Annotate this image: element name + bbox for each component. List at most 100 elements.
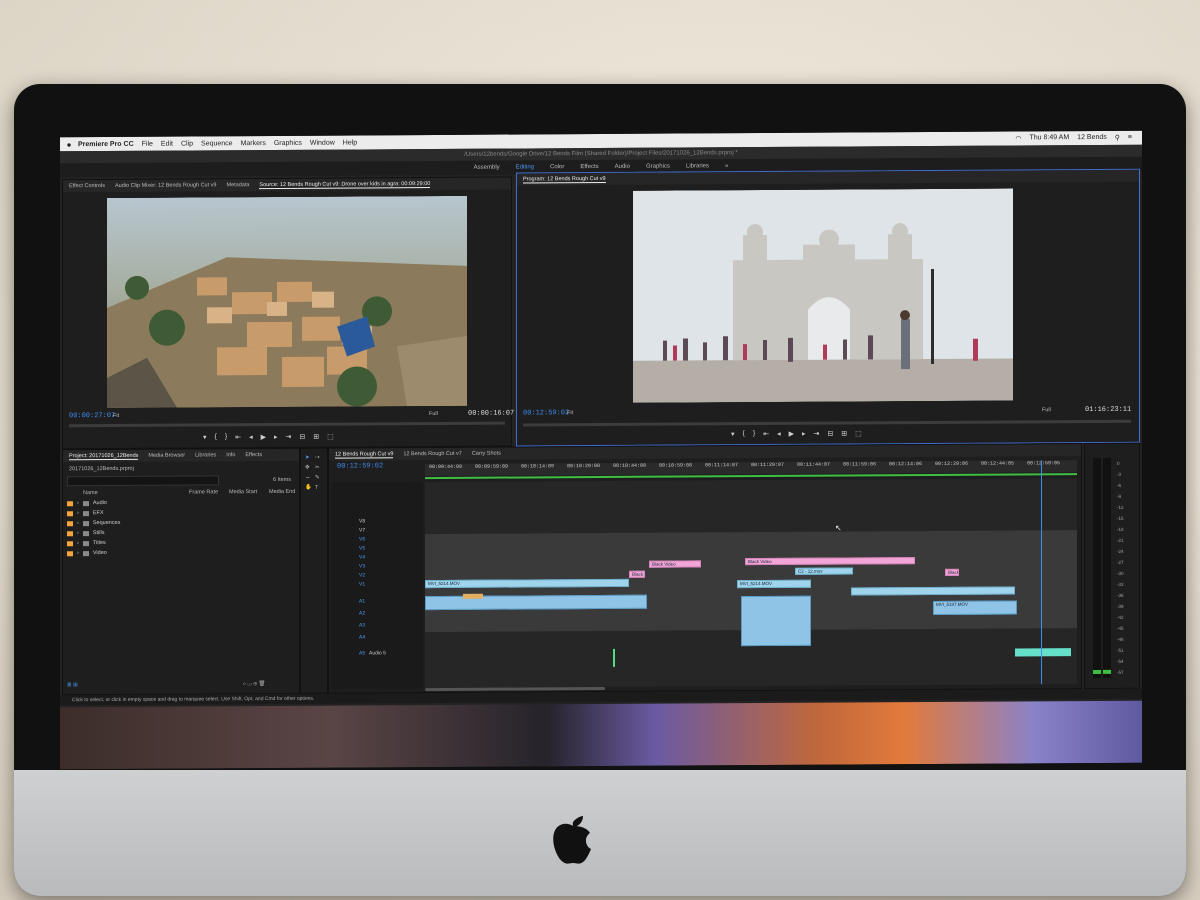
track-v6[interactable]: V6 bbox=[359, 536, 365, 542]
source-quality-select[interactable]: Full bbox=[429, 411, 438, 417]
track-v4[interactable]: V4 bbox=[359, 554, 365, 560]
program-quality-select[interactable]: Full bbox=[1042, 407, 1051, 413]
tab-libraries[interactable]: Libraries bbox=[195, 452, 216, 458]
list-item[interactable]: › Sequences bbox=[67, 520, 120, 526]
project-search-input[interactable] bbox=[67, 475, 219, 487]
program-video-frame[interactable] bbox=[633, 188, 1013, 403]
track-v3[interactable]: V3 bbox=[359, 563, 365, 569]
spotlight-icon[interactable]: ⚲ bbox=[1115, 134, 1120, 142]
track-v8[interactable]: V8 bbox=[359, 518, 365, 524]
workspace-overflow[interactable]: » bbox=[725, 163, 728, 169]
playhead[interactable] bbox=[1041, 460, 1042, 685]
source-fit-select[interactable]: Fit bbox=[113, 413, 119, 419]
tab-carry-shots[interactable]: Carry Shots bbox=[472, 451, 501, 457]
menu-graphics[interactable]: Graphics bbox=[274, 139, 302, 146]
track-a3[interactable]: A3 bbox=[359, 622, 365, 628]
chevron-right-icon[interactable]: › bbox=[77, 550, 79, 556]
chevron-right-icon[interactable]: › bbox=[77, 510, 79, 516]
mark-in-icon[interactable]: { bbox=[743, 430, 745, 438]
workspace-editing[interactable]: Editing bbox=[516, 164, 534, 170]
program-scrubber[interactable] bbox=[523, 419, 1131, 427]
clip-video[interactable]: C2 - 12.mov bbox=[795, 567, 853, 575]
timeline-timecode[interactable]: 00:12:59:02 bbox=[337, 462, 383, 470]
track-area[interactable]: Black Video Black Video C2 - 12.mov MVI_… bbox=[425, 460, 1077, 689]
timeline-scrollbar[interactable] bbox=[425, 686, 605, 692]
col-media-end[interactable]: Media End bbox=[269, 489, 295, 495]
workspace-audio[interactable]: Audio bbox=[615, 164, 630, 170]
marker-icon[interactable]: ▾ bbox=[731, 430, 735, 438]
tab-sequence-v9[interactable]: 12 Bends Rough Cut v9 bbox=[335, 450, 394, 459]
step-forward-icon[interactable]: ▸ bbox=[802, 430, 806, 438]
step-back-icon[interactable]: ◂ bbox=[777, 430, 781, 438]
clip-audio-music[interactable] bbox=[1015, 648, 1071, 657]
go-to-out-icon[interactable]: ⇥ bbox=[814, 430, 820, 438]
clip-audio[interactable] bbox=[741, 595, 811, 647]
clip-video[interactable] bbox=[851, 586, 1015, 596]
track-v5[interactable]: V5 bbox=[359, 545, 365, 551]
tab-project[interactable]: Project: 20171026_12Bends bbox=[69, 452, 139, 460]
type-tool-icon[interactable]: T bbox=[315, 485, 318, 491]
razor-tool-icon[interactable]: ✂ bbox=[315, 465, 320, 471]
clip-black-video[interactable]: Black Video bbox=[629, 570, 645, 578]
program-timecode[interactable]: 00:12:59:02 bbox=[523, 409, 569, 417]
tab-effects[interactable]: Effects bbox=[245, 452, 262, 458]
notification-center-icon[interactable]: ≡ bbox=[1128, 134, 1132, 142]
step-forward-icon[interactable]: ▸ bbox=[274, 433, 278, 441]
tab-sequence-v7[interactable]: 12 Bends Rough Cut v7 bbox=[403, 451, 461, 457]
mark-in-icon[interactable]: { bbox=[215, 433, 217, 441]
extract-icon[interactable]: ⊞ bbox=[841, 429, 847, 437]
track-a1[interactable]: A1 bbox=[359, 598, 365, 604]
clip-black-video[interactable]: Black Video bbox=[945, 568, 959, 576]
clip-black-video[interactable]: Black Video bbox=[649, 560, 701, 568]
pen-tool-icon[interactable]: ✎ bbox=[315, 475, 320, 481]
clock[interactable]: Thu 8:49 AM bbox=[1029, 134, 1069, 142]
col-frame-rate[interactable]: Frame Rate bbox=[189, 489, 218, 495]
col-name[interactable]: Name bbox=[83, 490, 98, 496]
mark-out-icon[interactable]: } bbox=[225, 433, 227, 441]
export-frame-icon[interactable]: ⬚ bbox=[327, 433, 334, 441]
source-timecode-in[interactable]: 00:00:27:07 bbox=[69, 412, 115, 420]
clip-audio[interactable] bbox=[425, 594, 647, 611]
menu-window[interactable]: Window bbox=[310, 139, 335, 146]
track-v1[interactable]: V1 bbox=[359, 581, 365, 587]
source-video-frame[interactable] bbox=[107, 195, 467, 409]
clip-video[interactable]: MVI_5214.MOV bbox=[425, 578, 629, 589]
play-icon[interactable]: ▶ bbox=[789, 430, 794, 438]
new-item-icons[interactable]: ⌕ ▭ ⊕ 🗑 bbox=[243, 681, 265, 688]
ripple-tool-icon[interactable]: ✥ bbox=[305, 465, 310, 471]
marker-icon[interactable]: ▾ bbox=[203, 433, 207, 441]
chevron-right-icon[interactable]: › bbox=[77, 530, 79, 536]
program-fit-select[interactable]: Fit bbox=[567, 410, 573, 416]
workspace-assembly[interactable]: Assembly bbox=[474, 165, 500, 171]
selection-tool-icon[interactable]: ➤ bbox=[305, 455, 310, 461]
tab-media-browser[interactable]: Media Browser bbox=[148, 453, 185, 459]
lift-icon[interactable]: ⊟ bbox=[827, 430, 833, 438]
chevron-right-icon[interactable]: › bbox=[77, 520, 79, 526]
step-back-icon[interactable]: ◂ bbox=[249, 433, 253, 441]
menu-help[interactable]: Help bbox=[343, 139, 357, 146]
track-a4[interactable]: A4 bbox=[359, 634, 365, 640]
app-menu[interactable]: Premiere Pro CC bbox=[78, 140, 134, 147]
track-v2[interactable]: V2 bbox=[359, 572, 365, 578]
insert-icon[interactable]: ⊟ bbox=[299, 433, 305, 441]
workspace-graphics[interactable]: Graphics bbox=[646, 164, 670, 170]
tab-effect-controls[interactable]: Effect Controls bbox=[69, 183, 105, 189]
mark-out-icon[interactable]: } bbox=[753, 430, 755, 438]
hand-tool-icon[interactable]: ✋ bbox=[305, 485, 312, 491]
apple-menu-icon[interactable]: ● bbox=[60, 140, 78, 149]
play-icon[interactable]: ▶ bbox=[261, 433, 266, 441]
workspace-effects[interactable]: Effects bbox=[580, 164, 598, 170]
list-item[interactable]: › Titles bbox=[67, 540, 106, 546]
menu-file[interactable]: File bbox=[142, 140, 153, 147]
col-media-start[interactable]: Media Start bbox=[229, 489, 257, 495]
audio-marker[interactable] bbox=[613, 648, 615, 667]
track-select-tool-icon[interactable]: ⇢ bbox=[315, 455, 320, 461]
tab-audio-clip-mixer[interactable]: Audio Clip Mixer: 12 Bends Rough Cut v9 bbox=[115, 182, 217, 189]
clip-video[interactable]: MVI_5214.MOV bbox=[737, 579, 811, 589]
list-item[interactable]: › Video bbox=[67, 550, 107, 556]
slip-tool-icon[interactable]: ⇔ bbox=[305, 475, 311, 481]
chevron-right-icon[interactable]: › bbox=[77, 500, 79, 506]
chevron-right-icon[interactable]: › bbox=[77, 540, 79, 546]
overwrite-icon[interactable]: ⊞ bbox=[313, 433, 319, 441]
menu-markers[interactable]: Markers bbox=[241, 140, 266, 147]
